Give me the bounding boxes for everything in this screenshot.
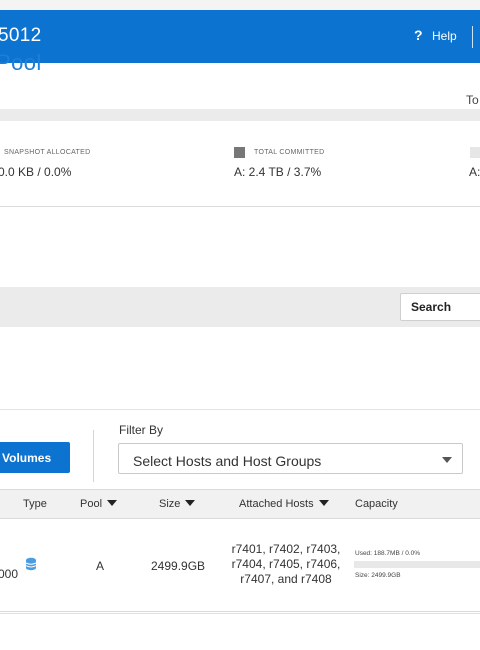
column-header-type[interactable]: Type <box>23 498 47 510</box>
database-icon <box>25 557 37 571</box>
column-header-pool-label: Pool <box>80 498 103 510</box>
app-header: 5012 ? Help <box>0 10 480 63</box>
column-header-capacity[interactable]: Capacity <box>355 498 398 510</box>
sort-caret-icon <box>318 500 329 506</box>
system-title: 5012 <box>0 25 42 46</box>
table-bottom-border <box>0 613 480 614</box>
filter-by-label: Filter By <box>119 423 164 437</box>
stat-legend-snapshot-allocated: SNAPSHOT ALLOCATED <box>4 149 91 156</box>
section-divider-bar <box>0 109 480 121</box>
volume-name[interactable]: 000 <box>0 567 18 581</box>
column-header-pool[interactable]: Pool <box>80 498 118 510</box>
total-committed-swatch <box>234 147 245 158</box>
column-header-hosts-label: Attached Hosts <box>239 498 314 510</box>
volumes-button[interactable]: Volumes <box>0 442 70 473</box>
sort-caret-icon <box>107 500 118 506</box>
capacity-progress-bar <box>354 561 480 568</box>
attached-hosts-line: r7407, and r7408 <box>240 572 332 586</box>
attached-hosts-line: r7404, r7405, r7406, <box>231 557 341 571</box>
filter-hosts-select[interactable]: Select Hosts and Host Groups <box>118 443 463 474</box>
page-title: Pool <box>0 50 42 75</box>
toolbar-vertical-divider <box>93 430 94 482</box>
volume-pool: A <box>96 559 105 573</box>
volume-size: 2499.9GB <box>151 559 206 573</box>
column-header-size[interactable]: Size <box>159 498 196 510</box>
help-link[interactable]: Help <box>432 29 457 43</box>
volumes-table-header: Type Pool Size Attached Hosts Capacity <box>0 489 480 519</box>
chevron-down-icon <box>442 457 452 463</box>
filter-select-value: Select Hosts and Host Groups <box>133 453 322 469</box>
capacity-used-label: Used: 188.7MB / 0.0% <box>355 550 421 557</box>
header-divider <box>472 26 473 48</box>
stat-swatch-third <box>470 147 480 158</box>
help-icon[interactable]: ? <box>414 27 423 43</box>
toolbar-divider <box>0 409 480 410</box>
attached-hosts: r7401, r7402, r7403, r7404, r7405, r7406… <box>226 542 346 587</box>
stats-divider <box>0 206 480 207</box>
stat-legend-total-committed: TOTAL COMMITTED <box>254 149 325 156</box>
capacity-size-label: Size: 2499.9GB <box>355 572 401 579</box>
search-button[interactable]: Search <box>400 293 480 321</box>
attached-hosts-line: r7401, r7402, r7403, <box>231 542 341 556</box>
column-header-hosts[interactable]: Attached Hosts <box>239 498 329 510</box>
column-header-size-label: Size <box>159 498 181 510</box>
sort-caret-icon <box>185 500 196 506</box>
top-strip <box>0 0 480 10</box>
totals-label: To <box>466 93 479 107</box>
app-window: 5012 ? Help Pool To SNAPSHOT ALLOCATED 0… <box>0 0 480 650</box>
stat-value-third: A: <box>469 165 480 179</box>
stat-value-snapshot-allocated: 0.0 KB / 0.0% <box>0 165 72 179</box>
table-row[interactable]: 000 A 2499.9GB r7401, r7402, r7403, r740… <box>0 520 480 612</box>
stat-value-total-committed: A: 2.4 TB / 3.7% <box>234 165 322 179</box>
